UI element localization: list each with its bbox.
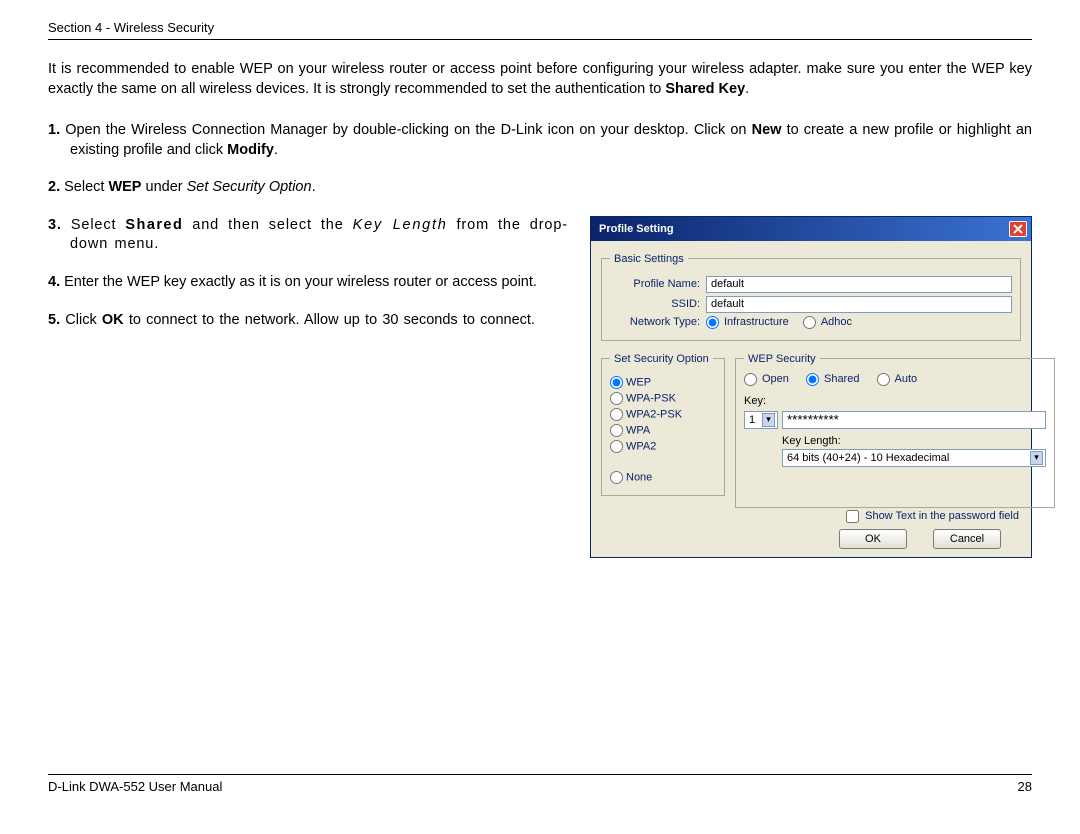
- step-3-keylength: Key Length: [353, 217, 448, 233]
- radio-wpa2-label: WPA2: [626, 440, 656, 452]
- step-5-text-b: to connect to the network. Allow up to 3…: [124, 312, 535, 328]
- footer-manual: D-Link DWA-552 User Manual: [48, 779, 222, 794]
- wep-open[interactable]: Open: [744, 373, 789, 386]
- dialog-titlebar[interactable]: Profile Setting: [591, 217, 1031, 241]
- radio-wpa2[interactable]: [610, 440, 623, 453]
- radio-infrastructure[interactable]: [706, 316, 719, 329]
- wep-security-legend: WEP Security: [744, 353, 820, 365]
- step-4-num: 4.: [48, 274, 60, 290]
- step-3-shared: Shared: [125, 217, 183, 233]
- chevron-down-icon[interactable]: ▾: [762, 413, 775, 427]
- section-header: Section 4 - Wireless Security: [48, 20, 1032, 40]
- step-1-modify: Modify: [227, 142, 274, 158]
- sec-wpa2psk[interactable]: WPA2-PSK: [610, 408, 716, 421]
- security-option-group: Set Security Option WEP WPA-PSK WPA2-PSK…: [601, 353, 725, 496]
- radio-none[interactable]: [610, 471, 623, 484]
- key-length-label: Key Length:: [782, 435, 1046, 447]
- intro-period: .: [745, 81, 749, 97]
- radio-shared[interactable]: [806, 373, 819, 386]
- intro-text-1: It is recommended to enable WEP on your …: [48, 61, 1032, 97]
- dialog-title: Profile Setting: [599, 223, 674, 235]
- key-length-select[interactable]: 64 bits (40+24) - 10 Hexadecimal ▾: [782, 449, 1046, 467]
- sec-wep[interactable]: WEP: [610, 376, 716, 389]
- step-1-text-a: Open the Wireless Connection Manager by …: [60, 122, 752, 138]
- sec-none[interactable]: None: [610, 471, 716, 484]
- ok-button[interactable]: OK: [839, 529, 907, 549]
- intro-shared-key: Shared Key: [665, 81, 745, 97]
- sec-wpa2[interactable]: WPA2: [610, 440, 716, 453]
- radio-infra-label: Infrastructure: [724, 316, 789, 328]
- basic-settings-legend: Basic Settings: [610, 253, 688, 265]
- radio-auto[interactable]: [877, 373, 890, 386]
- key-label: Key:: [744, 395, 1046, 407]
- step-1: 1. Open the Wireless Connection Manager …: [48, 121, 1032, 160]
- radio-adhoc[interactable]: [803, 316, 816, 329]
- radio-open[interactable]: [744, 373, 757, 386]
- radio-adhoc-label: Adhoc: [821, 316, 852, 328]
- close-icon[interactable]: [1009, 221, 1027, 237]
- radio-wpa[interactable]: [610, 424, 623, 437]
- show-text-checkbox[interactable]: Show Text in the password field: [846, 510, 1019, 522]
- radio-open-label: Open: [762, 373, 789, 385]
- key-input[interactable]: [782, 411, 1046, 429]
- chevron-down-icon[interactable]: ▾: [1030, 451, 1043, 465]
- radio-wpapsk[interactable]: [610, 392, 623, 405]
- radio-wpapsk-label: WPA-PSK: [626, 392, 676, 404]
- radio-wep[interactable]: [610, 376, 623, 389]
- step-2: 2. Select WEP under Set Security Option.: [48, 178, 1032, 198]
- network-type-label: Network Type:: [610, 316, 706, 328]
- show-text-label: Show Text in the password field: [865, 510, 1019, 522]
- profile-name-input[interactable]: [706, 276, 1012, 293]
- step-2-sso: Set Security Option: [187, 179, 312, 195]
- profile-setting-dialog: Profile Setting Basic Settings Profile N…: [590, 216, 1032, 558]
- network-type-infrastructure[interactable]: Infrastructure: [706, 316, 789, 329]
- step-3-text-b: and then select the: [183, 217, 352, 233]
- step-5: 5. Click OK to connect to the network. A…: [48, 311, 568, 331]
- ssid-input[interactable]: [706, 296, 1012, 313]
- radio-shared-label: Shared: [824, 373, 859, 385]
- step-5-num: 5.: [48, 312, 60, 328]
- key-length-value: 64 bits (40+24) - 10 Hexadecimal: [787, 452, 949, 464]
- step-1-period: .: [274, 142, 278, 158]
- radio-wpa-label: WPA: [626, 424, 650, 436]
- radio-wpa2psk[interactable]: [610, 408, 623, 421]
- step-1-num: 1.: [48, 122, 60, 138]
- step-4-text: Enter the WEP key exactly as it is on yo…: [60, 274, 537, 290]
- security-option-legend: Set Security Option: [610, 353, 713, 365]
- sec-wpa[interactable]: WPA: [610, 424, 716, 437]
- step-2-period: .: [312, 179, 316, 195]
- step-2-text-a: Select: [60, 179, 108, 195]
- sec-wpapsk[interactable]: WPA-PSK: [610, 392, 716, 405]
- network-type-adhoc[interactable]: Adhoc: [803, 316, 852, 329]
- step-4: 4. Enter the WEP key exactly as it is on…: [48, 273, 568, 293]
- step-1-new: New: [752, 122, 782, 138]
- radio-wpa2psk-label: WPA2-PSK: [626, 408, 682, 420]
- basic-settings-group: Basic Settings Profile Name: SSID: Netwo…: [601, 253, 1021, 341]
- profile-name-label: Profile Name:: [610, 278, 706, 290]
- step-5-ok: OK: [102, 312, 124, 328]
- key-index-value: 1: [749, 414, 755, 426]
- intro-paragraph: It is recommended to enable WEP on your …: [48, 60, 1032, 99]
- step-2-text-b: under: [141, 179, 186, 195]
- key-index-select[interactable]: 1 ▾: [744, 411, 778, 429]
- footer-page-number: 28: [1018, 779, 1032, 794]
- radio-auto-label: Auto: [895, 373, 918, 385]
- step-3-text-a: Select: [62, 217, 126, 233]
- wep-auto[interactable]: Auto: [877, 373, 918, 386]
- step-5-text-a: Click: [60, 312, 102, 328]
- step-3-num: 3.: [48, 217, 62, 233]
- cancel-button[interactable]: Cancel: [933, 529, 1001, 549]
- wep-security-group: WEP Security Open Shared Auto Key: 1 ▾: [735, 353, 1055, 508]
- checkbox-show-text[interactable]: [846, 510, 859, 523]
- ssid-label: SSID:: [610, 298, 706, 310]
- wep-shared[interactable]: Shared: [806, 373, 859, 386]
- step-2-num: 2.: [48, 179, 60, 195]
- radio-none-label: None: [626, 471, 652, 483]
- step-3: 3. Select Shared and then select the Key…: [48, 216, 568, 255]
- step-2-wep: WEP: [108, 179, 141, 195]
- radio-wep-label: WEP: [626, 376, 651, 388]
- page-footer: D-Link DWA-552 User Manual 28: [48, 774, 1032, 794]
